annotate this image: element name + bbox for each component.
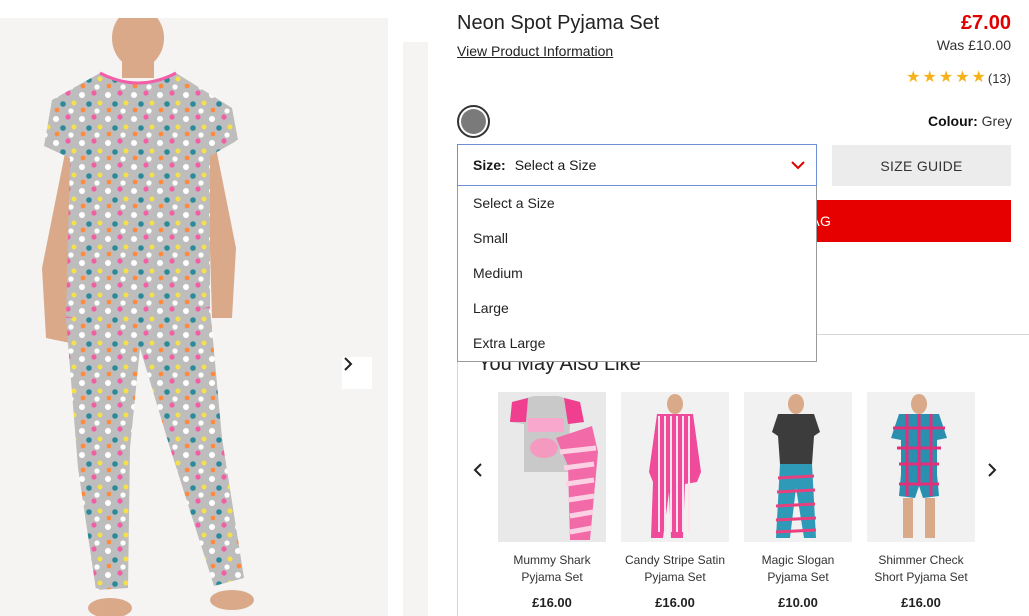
size-selected-value: Select a Size [514,157,597,173]
size-label: Size: [473,157,506,173]
size-option-small[interactable]: Small [458,221,816,256]
gallery-next-button[interactable] [342,357,372,389]
star-icon: ★ [971,69,986,86]
recommendation-card[interactable]: Magic Slogan Pyjama Set £10.00 [744,392,852,610]
recommendation-card[interactable]: Shimmer Check Short Pyjama Set £16.00 [867,392,975,610]
chevron-right-icon[interactable] [986,462,998,478]
product-rating[interactable]: ★ ★ ★ ★ ★ (13) [906,70,1011,86]
rating-count: (13) [987,70,1011,86]
recommendation-name-line1: Candy Stripe Satin [624,553,726,567]
view-product-information-link[interactable]: View Product Information [457,43,613,59]
recommendation-image[interactable] [744,392,852,542]
recommendation-price: £16.00 [655,595,695,610]
product-title: Neon Spot Pyjama Set [457,12,660,34]
recommendation-name-line2: Pyjama Set [644,570,706,584]
product-was-price: Was £10.00 [936,37,1011,53]
recommendation-image[interactable] [498,392,606,542]
size-option-extra-large[interactable]: Extra Large [458,326,816,361]
pyjama-product-illustration [867,392,975,542]
pyjama-product-illustration [498,392,606,542]
recommendation-name[interactable]: Candy Stripe Satin Pyjama Set [621,552,729,586]
recommendation-name-line1: Shimmer Check [878,553,964,567]
colour-label: Colour: [928,113,978,129]
size-option-large[interactable]: Large [458,291,816,326]
recommendation-name[interactable]: Magic Slogan Pyjama Set [744,552,852,586]
star-icon: ★ [906,69,921,86]
recommendation-name-line2: Short Pyjama Set [874,570,968,584]
colour-swatch-grey[interactable] [457,105,490,138]
size-select[interactable]: Size: Select a Size [457,144,817,186]
recommendation-price: £10.00 [778,595,818,610]
star-icon: ★ [938,69,954,86]
pyjama-model-illustration [42,18,254,616]
chevron-down-icon [791,161,805,170]
product-gallery [0,18,428,616]
pyjama-product-illustration [744,392,852,542]
recommendation-card[interactable]: Candy Stripe Satin Pyjama Set £16.00 [621,392,729,610]
recommendation-price: £16.00 [901,595,941,610]
star-icon: ★ [955,69,970,86]
recommendation-image[interactable] [867,392,975,542]
swatch-fill [461,109,486,134]
recommendation-card[interactable]: Mummy Shark Pyjama Set £16.00 [498,392,606,610]
recommendation-name[interactable]: Shimmer Check Short Pyjama Set [867,552,975,586]
pyjama-product-illustration [621,392,729,542]
size-guide-button[interactable]: SIZE GUIDE [832,145,1011,186]
size-option-medium[interactable]: Medium [458,256,816,291]
next-product-image-preview[interactable] [403,42,428,616]
star-icon: ★ [922,69,937,86]
product-price: £7.00 [960,12,1011,34]
recommendations-panel: You May Also Like Mummy Shark Pyjama Set… [457,334,1029,616]
colour-value: Grey [981,113,1012,129]
recommendation-name-line1: Mummy Shark [513,553,591,567]
chevron-right-icon [344,357,353,371]
product-main-image[interactable] [0,18,388,616]
recommendation-name-line1: Magic Slogan [761,553,835,567]
recommendation-name-line2: Pyjama Set [767,570,829,584]
chevron-left-icon[interactable] [472,462,484,478]
recommendation-image[interactable] [621,392,729,542]
recommendation-name[interactable]: Mummy Shark Pyjama Set [498,552,606,586]
recommendation-price: £16.00 [532,595,572,610]
colour-display: Colour: Grey [928,113,1012,129]
size-option-select[interactable]: Select a Size [458,186,816,221]
size-dropdown-list: Select a Size Small Medium Large Extra L… [457,186,817,362]
recommendation-name-line2: Pyjama Set [521,570,583,584]
